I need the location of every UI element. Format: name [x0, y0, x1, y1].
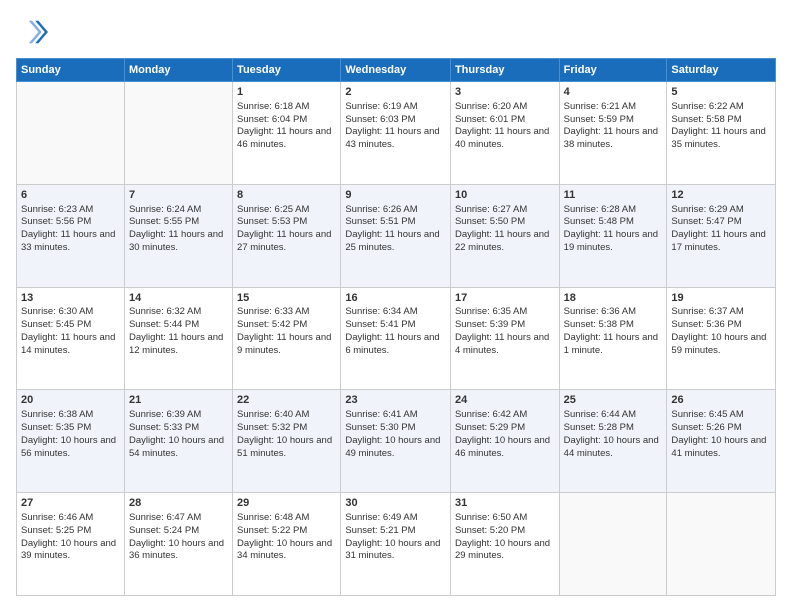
calendar-week-2: 13Sunrise: 6:30 AMSunset: 5:45 PMDayligh… [17, 287, 776, 390]
day-number: 19 [671, 291, 771, 306]
calendar-cell: 10Sunrise: 6:27 AMSunset: 5:50 PMDayligh… [450, 184, 559, 287]
day-number: 27 [21, 496, 120, 511]
calendar-cell: 6Sunrise: 6:23 AMSunset: 5:56 PMDaylight… [17, 184, 125, 287]
day-number: 2 [345, 85, 446, 100]
calendar-cell: 5Sunrise: 6:22 AMSunset: 5:58 PMDaylight… [667, 82, 776, 185]
day-number: 12 [671, 188, 771, 203]
calendar-header-saturday: Saturday [667, 59, 776, 82]
calendar-cell: 23Sunrise: 6:41 AMSunset: 5:30 PMDayligh… [341, 390, 451, 493]
logo-icon [16, 16, 48, 48]
calendar-cell: 20Sunrise: 6:38 AMSunset: 5:35 PMDayligh… [17, 390, 125, 493]
calendar-cell: 27Sunrise: 6:46 AMSunset: 5:25 PMDayligh… [17, 493, 125, 596]
day-number: 29 [237, 496, 336, 511]
day-number: 28 [129, 496, 228, 511]
calendar-header-row: SundayMondayTuesdayWednesdayThursdayFrid… [17, 59, 776, 82]
calendar-cell: 8Sunrise: 6:25 AMSunset: 5:53 PMDaylight… [233, 184, 341, 287]
calendar-cell: 29Sunrise: 6:48 AMSunset: 5:22 PMDayligh… [233, 493, 341, 596]
day-number: 9 [345, 188, 446, 203]
day-number: 25 [564, 393, 663, 408]
calendar-cell: 4Sunrise: 6:21 AMSunset: 5:59 PMDaylight… [559, 82, 667, 185]
calendar-cell: 7Sunrise: 6:24 AMSunset: 5:55 PMDaylight… [124, 184, 232, 287]
day-number: 23 [345, 393, 446, 408]
calendar-cell: 16Sunrise: 6:34 AMSunset: 5:41 PMDayligh… [341, 287, 451, 390]
calendar-cell: 21Sunrise: 6:39 AMSunset: 5:33 PMDayligh… [124, 390, 232, 493]
page: SundayMondayTuesdayWednesdayThursdayFrid… [0, 0, 792, 612]
calendar-cell [559, 493, 667, 596]
calendar-header-tuesday: Tuesday [233, 59, 341, 82]
day-number: 30 [345, 496, 446, 511]
calendar-cell: 19Sunrise: 6:37 AMSunset: 5:36 PMDayligh… [667, 287, 776, 390]
day-number: 11 [564, 188, 663, 203]
calendar-cell [667, 493, 776, 596]
header [16, 16, 776, 48]
calendar-header-wednesday: Wednesday [341, 59, 451, 82]
calendar-cell [124, 82, 232, 185]
day-number: 22 [237, 393, 336, 408]
day-number: 13 [21, 291, 120, 306]
calendar-cell: 3Sunrise: 6:20 AMSunset: 6:01 PMDaylight… [450, 82, 559, 185]
calendar-table: SundayMondayTuesdayWednesdayThursdayFrid… [16, 58, 776, 596]
day-number: 21 [129, 393, 228, 408]
day-number: 18 [564, 291, 663, 306]
calendar-week-0: 1Sunrise: 6:18 AMSunset: 6:04 PMDaylight… [17, 82, 776, 185]
day-number: 31 [455, 496, 555, 511]
calendar-cell: 12Sunrise: 6:29 AMSunset: 5:47 PMDayligh… [667, 184, 776, 287]
calendar-cell: 28Sunrise: 6:47 AMSunset: 5:24 PMDayligh… [124, 493, 232, 596]
calendar-cell: 18Sunrise: 6:36 AMSunset: 5:38 PMDayligh… [559, 287, 667, 390]
calendar-header-thursday: Thursday [450, 59, 559, 82]
calendar-cell: 14Sunrise: 6:32 AMSunset: 5:44 PMDayligh… [124, 287, 232, 390]
calendar-cell: 30Sunrise: 6:49 AMSunset: 5:21 PMDayligh… [341, 493, 451, 596]
day-number: 17 [455, 291, 555, 306]
calendar-header-sunday: Sunday [17, 59, 125, 82]
calendar-cell: 31Sunrise: 6:50 AMSunset: 5:20 PMDayligh… [450, 493, 559, 596]
calendar-week-4: 27Sunrise: 6:46 AMSunset: 5:25 PMDayligh… [17, 493, 776, 596]
day-number: 3 [455, 85, 555, 100]
calendar-week-1: 6Sunrise: 6:23 AMSunset: 5:56 PMDaylight… [17, 184, 776, 287]
calendar-cell: 17Sunrise: 6:35 AMSunset: 5:39 PMDayligh… [450, 287, 559, 390]
day-number: 15 [237, 291, 336, 306]
logo [16, 16, 52, 48]
day-number: 5 [671, 85, 771, 100]
day-number: 10 [455, 188, 555, 203]
calendar-week-3: 20Sunrise: 6:38 AMSunset: 5:35 PMDayligh… [17, 390, 776, 493]
calendar-cell: 24Sunrise: 6:42 AMSunset: 5:29 PMDayligh… [450, 390, 559, 493]
calendar-cell: 13Sunrise: 6:30 AMSunset: 5:45 PMDayligh… [17, 287, 125, 390]
calendar-cell: 1Sunrise: 6:18 AMSunset: 6:04 PMDaylight… [233, 82, 341, 185]
calendar-cell: 9Sunrise: 6:26 AMSunset: 5:51 PMDaylight… [341, 184, 451, 287]
day-number: 26 [671, 393, 771, 408]
day-number: 6 [21, 188, 120, 203]
calendar-cell: 11Sunrise: 6:28 AMSunset: 5:48 PMDayligh… [559, 184, 667, 287]
calendar-cell [17, 82, 125, 185]
day-number: 14 [129, 291, 228, 306]
calendar-cell: 15Sunrise: 6:33 AMSunset: 5:42 PMDayligh… [233, 287, 341, 390]
day-number: 8 [237, 188, 336, 203]
calendar-header-monday: Monday [124, 59, 232, 82]
day-number: 24 [455, 393, 555, 408]
day-number: 7 [129, 188, 228, 203]
day-number: 20 [21, 393, 120, 408]
calendar-cell: 2Sunrise: 6:19 AMSunset: 6:03 PMDaylight… [341, 82, 451, 185]
day-number: 1 [237, 85, 336, 100]
calendar-header-friday: Friday [559, 59, 667, 82]
calendar-cell: 25Sunrise: 6:44 AMSunset: 5:28 PMDayligh… [559, 390, 667, 493]
day-number: 4 [564, 85, 663, 100]
day-number: 16 [345, 291, 446, 306]
calendar-cell: 26Sunrise: 6:45 AMSunset: 5:26 PMDayligh… [667, 390, 776, 493]
calendar-cell: 22Sunrise: 6:40 AMSunset: 5:32 PMDayligh… [233, 390, 341, 493]
